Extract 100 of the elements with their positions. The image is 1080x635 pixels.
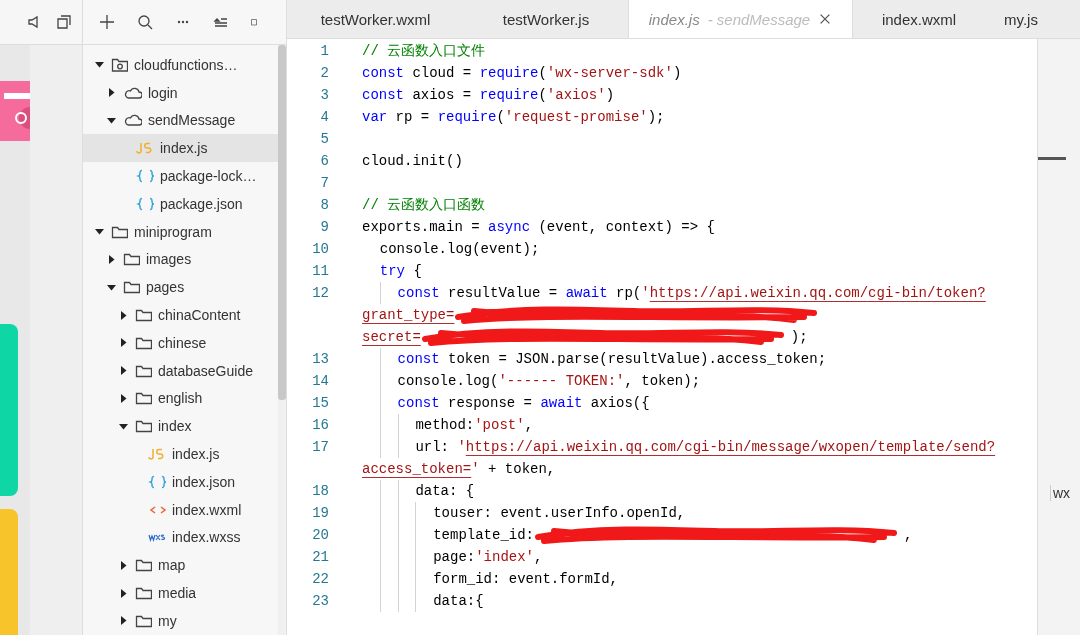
code-token: );	[647, 108, 665, 127]
tree-item[interactable]: package-lock…	[83, 162, 278, 190]
folder-icon	[110, 56, 128, 73]
code-link[interactable]: secret=	[362, 326, 421, 348]
code-token: rp(	[615, 284, 642, 303]
folder-icon	[122, 251, 140, 268]
more-icon	[175, 20, 191, 24]
code-token: exports.main =	[362, 218, 481, 237]
line-number: 16	[311, 417, 329, 433]
tree-item[interactable]: index.json	[83, 467, 278, 496]
js-file-icon	[146, 446, 166, 463]
tree-item[interactable]: index.js	[83, 134, 278, 163]
tree-item-label: pages	[146, 279, 185, 296]
caret-down-icon	[119, 421, 128, 431]
code-token: 'axios'	[546, 86, 606, 105]
tree-item-label: package.json	[160, 195, 243, 212]
tree-item[interactable]: index.wxss	[83, 523, 278, 552]
code-token: )	[672, 64, 682, 83]
line-number: 15	[311, 395, 329, 411]
code-token: resultValue =	[447, 284, 559, 303]
line-number: 17	[311, 439, 329, 455]
window-icon	[56, 14, 72, 30]
line-number: 1	[319, 43, 329, 59]
tree-item[interactable]: cloudfunctions…	[83, 51, 278, 79]
code-token: page:	[433, 548, 476, 567]
code-token: (event, context) => {	[537, 218, 715, 237]
code-token: axios =	[411, 86, 473, 105]
code-token: const	[362, 86, 404, 105]
tree-item-label: index.json	[172, 473, 236, 490]
cloud-icon	[122, 112, 142, 129]
js-file-icon	[134, 140, 154, 157]
tree-item[interactable]: media	[83, 579, 278, 607]
tree-item[interactable]: package.json	[83, 190, 278, 218]
caret-down-icon	[95, 227, 104, 237]
tree-item[interactable]: index.wxml	[83, 495, 278, 524]
line-number: 9	[319, 219, 329, 235]
caret-right-icon	[119, 366, 128, 376]
line-number: 5	[319, 131, 329, 147]
code-token: method:	[415, 416, 475, 435]
tree-item[interactable]: map	[83, 551, 278, 580]
code-token: const	[397, 394, 440, 413]
code-token: '	[471, 460, 480, 479]
code-link[interactable]: https://api.weixin.qq.com/cgi-bin/token?	[649, 282, 986, 304]
tree-item[interactable]: sendMessage	[83, 106, 278, 135]
caret-right-icon	[119, 616, 128, 626]
code-token: data:{	[433, 592, 484, 611]
code-token: cloud =	[411, 64, 473, 83]
tree-item[interactable]: my	[83, 606, 278, 635]
code-token: require	[479, 86, 539, 105]
code-token: rp =	[394, 108, 431, 127]
code-link[interactable]: https://api.weixin.qq.com/cgi-bin/message/wxopen/template/send?	[465, 436, 996, 458]
code-token: (	[538, 64, 547, 83]
folder-icon	[122, 279, 140, 296]
code-token: {	[412, 262, 422, 281]
tree-item[interactable]: login	[83, 78, 278, 107]
tree-item-label: map	[158, 557, 186, 574]
tree-item[interactable]: images	[83, 245, 278, 274]
tree-item-label: miniprogram	[134, 223, 212, 240]
line-number: 22	[311, 571, 329, 587]
code-token: // 云函数入口文件	[362, 42, 486, 61]
code-token: ,	[524, 416, 534, 435]
code-token: try	[379, 262, 405, 281]
code-token: (	[538, 86, 547, 105]
code-token: )	[605, 86, 615, 105]
line-number: 14	[311, 373, 329, 389]
code-token: require	[437, 108, 497, 127]
tree-item[interactable]: english	[83, 384, 278, 413]
code-token: axios({	[589, 394, 650, 413]
tree-item-label: chinaContent	[158, 307, 241, 324]
editor-tab[interactable]: index.js - sendMessage	[628, 0, 853, 38]
scrollbar-thumb[interactable]	[278, 45, 286, 400]
code-link[interactable]: grant_type=	[362, 304, 455, 326]
code-token: , token);	[624, 372, 701, 391]
line-number: 10	[311, 241, 329, 257]
resize-handle[interactable]	[1038, 157, 1066, 160]
caret-down-icon	[107, 116, 116, 125]
tree-item[interactable]: pages	[83, 273, 278, 302]
line-number: 12	[311, 285, 329, 301]
tree-item-label: index.wxss	[172, 529, 241, 546]
tree-item[interactable]: databaseGuide	[83, 356, 278, 385]
tree-item[interactable]: index.js	[83, 440, 278, 468]
code-token: 'wx-server-sdk'	[546, 64, 673, 83]
tree-item-label: cloudfunctions…	[134, 56, 238, 73]
line-number: 19	[311, 505, 329, 521]
tree-item-label: package-lock…	[160, 168, 257, 185]
caret-right-icon	[119, 588, 128, 598]
tree-item[interactable]: chinaContent	[83, 301, 278, 329]
folder-icon	[134, 307, 152, 324]
code-token: '	[641, 284, 650, 303]
tree-item[interactable]: chinese	[83, 328, 278, 357]
code-token: async	[488, 218, 531, 237]
tree-item-label: chinese	[158, 334, 207, 351]
tree-item[interactable]: miniprogram	[83, 217, 278, 246]
code-token: const	[362, 64, 404, 83]
tree-item[interactable]: index	[83, 412, 278, 441]
plus-icon	[99, 14, 115, 30]
code-token: 'post'	[474, 416, 525, 435]
code-token: touser: event.userInfo.openId,	[433, 504, 686, 523]
code-token: // 云函数入口函数	[362, 196, 486, 215]
code-link[interactable]: access_token=	[362, 458, 472, 480]
